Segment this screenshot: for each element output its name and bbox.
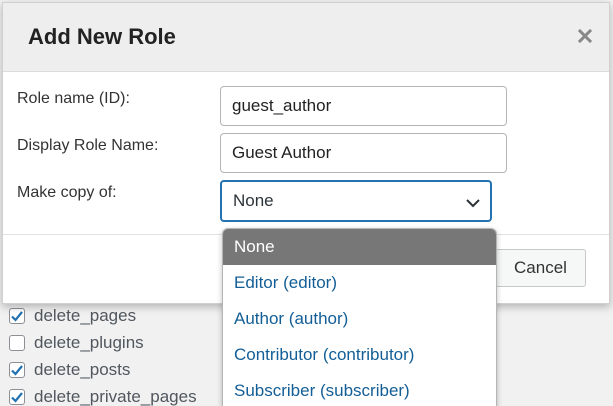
dropdown-option[interactable]: Author (author) xyxy=(223,301,496,337)
checkbox[interactable] xyxy=(9,388,25,405)
dropdown-option[interactable]: Subscriber (subscriber) xyxy=(223,373,496,406)
dialog-title: Add New Role xyxy=(28,24,176,49)
checkbox[interactable] xyxy=(9,361,25,378)
checkmark-icon xyxy=(11,391,23,403)
checkbox[interactable] xyxy=(9,334,25,351)
select-value: None xyxy=(233,191,274,210)
cancel-button[interactable]: Cancel xyxy=(495,249,586,287)
capability-label: delete_posts xyxy=(34,359,131,379)
capability-item[interactable]: delete_private_pages xyxy=(9,383,229,406)
checkmark-icon xyxy=(11,364,23,376)
display-name-input[interactable] xyxy=(220,133,507,173)
role-name-input[interactable] xyxy=(220,86,507,126)
chevron-down-icon xyxy=(465,194,481,214)
dropdown-option[interactable]: Contributor (contributor) xyxy=(223,337,496,373)
display-name-label: Display Role Name: xyxy=(17,137,159,154)
capability-label: delete_private_pages xyxy=(34,386,197,406)
capability-item[interactable]: delete_plugins xyxy=(9,329,229,356)
dropdown-option[interactable]: None xyxy=(223,229,496,265)
close-icon[interactable] xyxy=(575,26,595,46)
role-name-label: Role name (ID): xyxy=(17,90,130,107)
checkbox[interactable] xyxy=(9,307,25,324)
dialog-header: Add New Role xyxy=(3,3,609,72)
copy-of-label: Make copy of: xyxy=(17,184,117,201)
capability-item[interactable]: delete_pages xyxy=(9,302,229,329)
copy-of-dropdown-list: None Editor (editor) Author (author) Con… xyxy=(222,228,497,406)
checkmark-icon xyxy=(11,310,23,322)
copy-of-select[interactable]: None xyxy=(220,180,492,222)
capability-item[interactable]: delete_posts xyxy=(9,356,229,383)
capabilities-list: delete_pages delete_plugins delete_posts… xyxy=(9,302,229,406)
capability-label: delete_pages xyxy=(34,305,137,325)
screen: delete_pages delete_plugins delete_posts… xyxy=(0,0,613,406)
dropdown-option[interactable]: Editor (editor) xyxy=(223,265,496,301)
capability-label: delete_plugins xyxy=(34,332,144,352)
